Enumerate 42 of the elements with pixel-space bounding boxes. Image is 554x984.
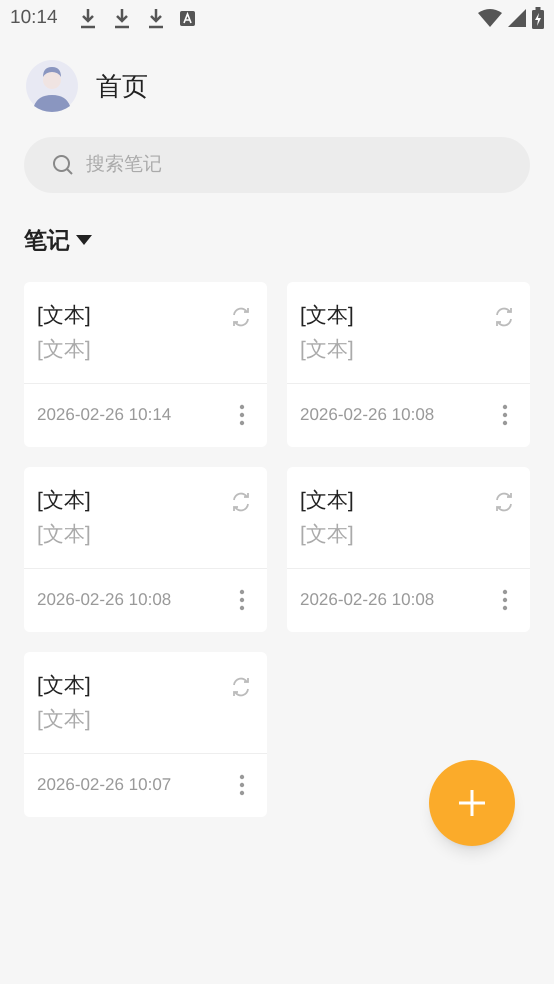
note-card[interactable]: [文本] [文本] 2026-02-26 10:08 — [287, 282, 530, 446]
note-preview: [文本] — [37, 706, 91, 732]
search-field[interactable]: 搜索笔记 — [24, 137, 530, 193]
signal-icon — [508, 9, 526, 27]
more-icon[interactable] — [239, 589, 245, 611]
note-title: [文本] — [37, 302, 91, 328]
note-title: [文本] — [37, 672, 91, 698]
avatar-icon — [26, 60, 78, 112]
note-date: 2026-02-26 10:08 — [300, 404, 434, 426]
note-title: [文本] — [37, 488, 91, 514]
note-preview: [文本] — [37, 522, 91, 548]
dropdown-icon[interactable] — [76, 235, 92, 246]
note-card[interactable]: [文本] [文本] 2026-02-26 10:14 — [24, 282, 267, 446]
note-card[interactable]: [文本] [文本] 2026-02-26 10:08 — [287, 466, 530, 632]
note-preview: [文本] — [300, 522, 354, 548]
more-icon[interactable] — [502, 589, 508, 611]
note-title: [文本] — [300, 488, 354, 514]
sync-icon[interactable] — [230, 490, 252, 512]
status-time: 10:14 — [10, 6, 58, 30]
page-title: 首页 — [96, 70, 148, 102]
more-icon[interactable] — [239, 404, 245, 426]
sync-icon[interactable] — [230, 676, 252, 698]
search-icon — [52, 154, 74, 176]
section-title: 笔记 — [24, 226, 70, 255]
note-preview: [文本] — [37, 336, 91, 362]
more-icon[interactable] — [239, 774, 245, 796]
note-title: [文本] — [300, 302, 354, 328]
keyboard-app-icon — [180, 10, 195, 26]
note-card[interactable]: [文本] [文本] 2026-02-26 10:08 — [24, 466, 267, 632]
note-card[interactable]: [文本] [文本] 2026-02-26 10:07 — [24, 652, 267, 816]
note-preview: [文本] — [300, 336, 354, 362]
note-date: 2026-02-26 10:08 — [300, 589, 434, 612]
plus-icon — [459, 790, 485, 816]
note-date: 2026-02-26 10:14 — [37, 404, 172, 426]
battery-icon — [532, 7, 544, 29]
more-icon[interactable] — [502, 404, 508, 426]
note-date: 2026-02-26 10:08 — [37, 589, 172, 612]
sync-icon[interactable] — [493, 490, 515, 512]
wifi-icon — [478, 9, 502, 27]
sync-icon[interactable] — [230, 306, 252, 328]
sync-icon[interactable] — [493, 306, 515, 328]
note-date: 2026-02-26 10:07 — [37, 774, 172, 796]
